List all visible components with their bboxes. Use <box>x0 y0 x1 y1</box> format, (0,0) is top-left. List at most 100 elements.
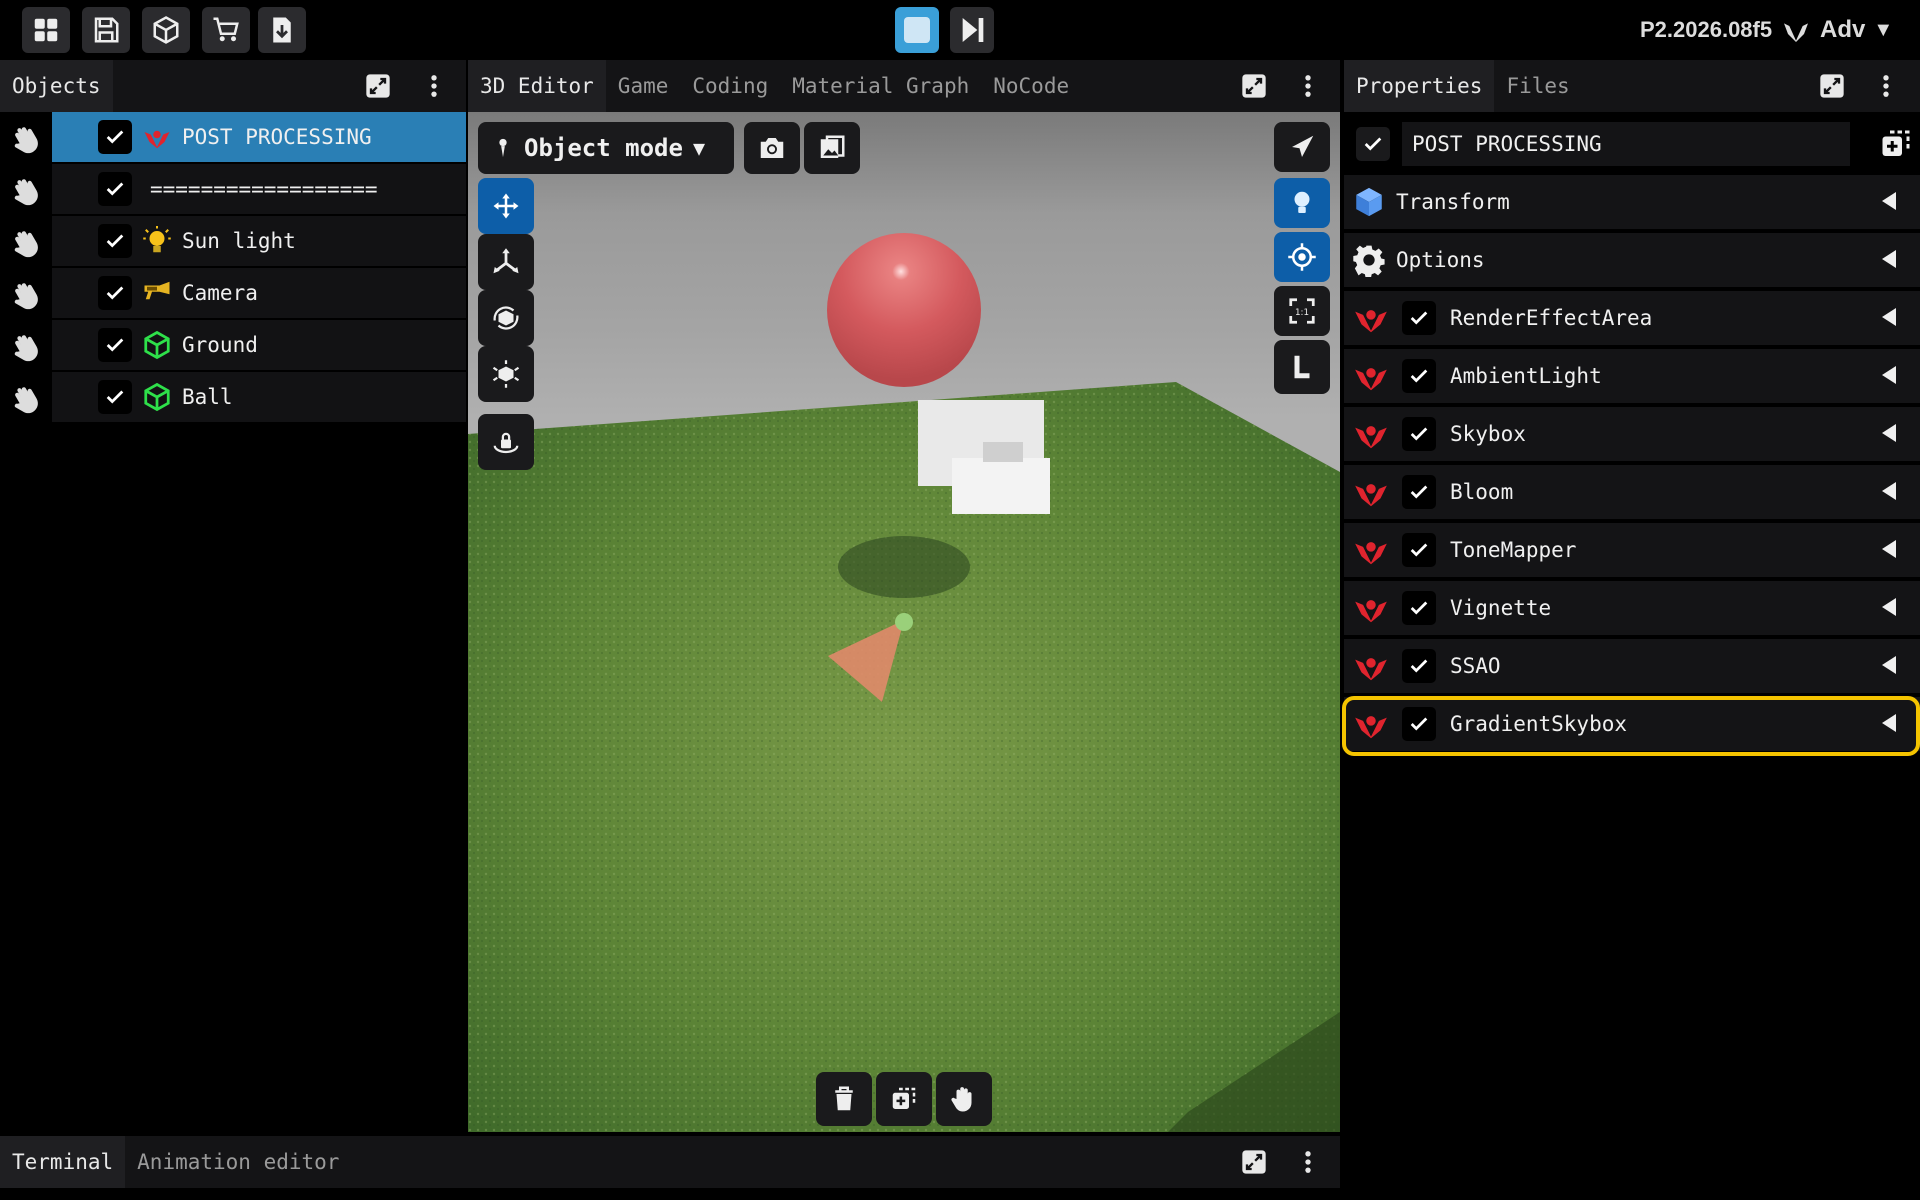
scale-tool-button[interactable] <box>478 346 534 402</box>
grab-hand-icon[interactable] <box>10 226 44 260</box>
mode-label: Object mode <box>524 134 683 162</box>
gallery-button[interactable] <box>804 122 860 174</box>
account-logo-icon <box>1784 23 1808 42</box>
camera-snapshot-button[interactable] <box>744 122 800 174</box>
eye-effect-icon <box>1355 368 1387 391</box>
light-toggle-button[interactable] <box>1274 178 1330 228</box>
tab-material-graph[interactable]: Material Graph <box>780 60 981 112</box>
visibility-checkbox[interactable] <box>98 120 132 154</box>
object-name: POST PROCESSING <box>182 125 372 149</box>
visibility-checkbox[interactable] <box>98 380 132 414</box>
collapse-arrow-icon[interactable] <box>1882 250 1896 268</box>
list-item[interactable]: Ball <box>0 372 466 424</box>
effect-row[interactable]: ToneMapper <box>1344 523 1920 577</box>
rotate-tool-button[interactable] <box>478 290 534 346</box>
collapse-arrow-icon[interactable] <box>1882 656 1896 674</box>
object-name: Sun light <box>182 229 296 253</box>
effect-row[interactable]: Vignette <box>1344 581 1920 635</box>
actual-size-button[interactable]: 1:1 <box>1274 286 1330 336</box>
expand-icon[interactable] <box>1238 70 1270 102</box>
collapse-arrow-icon[interactable] <box>1882 482 1896 500</box>
grab-hand-icon[interactable] <box>10 382 44 416</box>
move-tool-button[interactable] <box>478 178 534 234</box>
enabled-checkbox[interactable] <box>1356 127 1390 161</box>
bulb-icon <box>140 224 174 258</box>
effect-checkbox[interactable] <box>1402 533 1436 567</box>
add-component-icon[interactable] <box>1878 126 1914 162</box>
step-forward-button[interactable] <box>950 7 994 53</box>
collapse-arrow-icon[interactable] <box>1882 308 1896 326</box>
tab-game[interactable]: Game <box>606 60 681 112</box>
effect-label: AmbientLight <box>1450 364 1602 388</box>
more-options-icon[interactable] <box>1870 70 1902 102</box>
tab-3d-editor[interactable]: 3D Editor <box>468 60 606 112</box>
visibility-checkbox[interactable] <box>98 224 132 258</box>
list-item[interactable]: POST PROCESSING <box>0 112 466 164</box>
stop-button[interactable] <box>895 7 939 53</box>
list-item[interactable]: Sun light <box>0 216 466 268</box>
cart-icon[interactable] <box>202 7 250 53</box>
cube-icon[interactable] <box>142 7 190 53</box>
object-name: Ground <box>182 333 258 357</box>
effect-checkbox[interactable] <box>1402 417 1436 451</box>
collapse-arrow-icon[interactable] <box>1882 192 1896 210</box>
tab-terminal[interactable]: Terminal <box>0 1136 126 1188</box>
visibility-checkbox[interactable] <box>98 328 132 362</box>
more-options-icon[interactable] <box>1292 70 1324 102</box>
delete-button[interactable] <box>816 1072 872 1126</box>
axis-tool-button[interactable] <box>478 234 534 290</box>
effect-row[interactable]: Bloom <box>1344 465 1920 519</box>
collapse-arrow-icon[interactable] <box>1882 366 1896 384</box>
eye-effect-icon <box>1355 310 1387 333</box>
effect-checkbox[interactable] <box>1402 359 1436 393</box>
more-options-icon[interactable] <box>1292 1146 1324 1178</box>
visibility-checkbox[interactable] <box>98 172 132 206</box>
tab-coding[interactable]: Coding <box>680 60 780 112</box>
3d-viewport[interactable]: Object mode ▼ 1:1 <box>468 112 1340 1132</box>
collapse-arrow-icon[interactable] <box>1882 424 1896 442</box>
grab-hand-icon[interactable] <box>10 278 44 312</box>
collapse-arrow-icon[interactable] <box>1882 540 1896 558</box>
object-mode-dropdown[interactable]: Object mode ▼ <box>478 122 734 174</box>
section-options[interactable]: Options <box>1344 233 1920 287</box>
effect-checkbox[interactable] <box>1402 301 1436 335</box>
expand-icon[interactable] <box>1238 1146 1270 1178</box>
editor-tabs: 3D Editor Game Coding Material Graph NoC… <box>468 60 1340 112</box>
orbit-lock-button[interactable] <box>478 414 534 470</box>
list-item[interactable]: Camera <box>0 268 466 320</box>
effect-checkbox[interactable] <box>1402 475 1436 509</box>
duplicate-button[interactable] <box>876 1072 932 1126</box>
list-item[interactable]: Ground <box>0 320 466 372</box>
effect-row[interactable]: Skybox <box>1344 407 1920 461</box>
more-options-icon[interactable] <box>418 70 450 102</box>
tab-nocode[interactable]: NoCode <box>981 60 1081 112</box>
grid-icon[interactable] <box>22 7 70 53</box>
collapse-arrow-icon[interactable] <box>1882 598 1896 616</box>
focus-target-button[interactable] <box>1274 232 1330 282</box>
effect-row[interactable]: AmbientLight <box>1344 349 1920 403</box>
object-name-input[interactable]: POST PROCESSING <box>1402 122 1850 166</box>
local-space-button[interactable] <box>1274 340 1330 394</box>
effect-row[interactable]: SSAO <box>1344 639 1920 693</box>
expand-icon[interactable] <box>1816 70 1848 102</box>
hand-pan-button[interactable] <box>936 1072 992 1126</box>
list-item[interactable]: ================== <box>0 164 466 216</box>
select-tool-button[interactable] <box>1274 122 1330 172</box>
save-icon[interactable] <box>82 7 130 53</box>
section-transform[interactable]: Transform <box>1344 175 1920 229</box>
expand-icon[interactable] <box>362 70 394 102</box>
effect-row[interactable]: RenderEffectArea <box>1344 291 1920 345</box>
effect-checkbox[interactable] <box>1402 649 1436 683</box>
grab-hand-icon[interactable] <box>10 122 44 156</box>
download-icon[interactable] <box>258 7 306 53</box>
tab-files[interactable]: Files <box>1494 60 1581 112</box>
tab-objects[interactable]: Objects <box>0 60 113 112</box>
account-menu[interactable]: Adv ▼ <box>1780 10 1893 50</box>
effect-checkbox[interactable] <box>1402 591 1436 625</box>
grab-hand-icon[interactable] <box>10 330 44 364</box>
grab-hand-icon[interactable] <box>10 174 44 208</box>
visibility-checkbox[interactable] <box>98 276 132 310</box>
target-icon <box>1288 243 1316 271</box>
tab-properties[interactable]: Properties <box>1344 60 1495 112</box>
tab-animation-editor[interactable]: Animation editor <box>125 1136 351 1188</box>
